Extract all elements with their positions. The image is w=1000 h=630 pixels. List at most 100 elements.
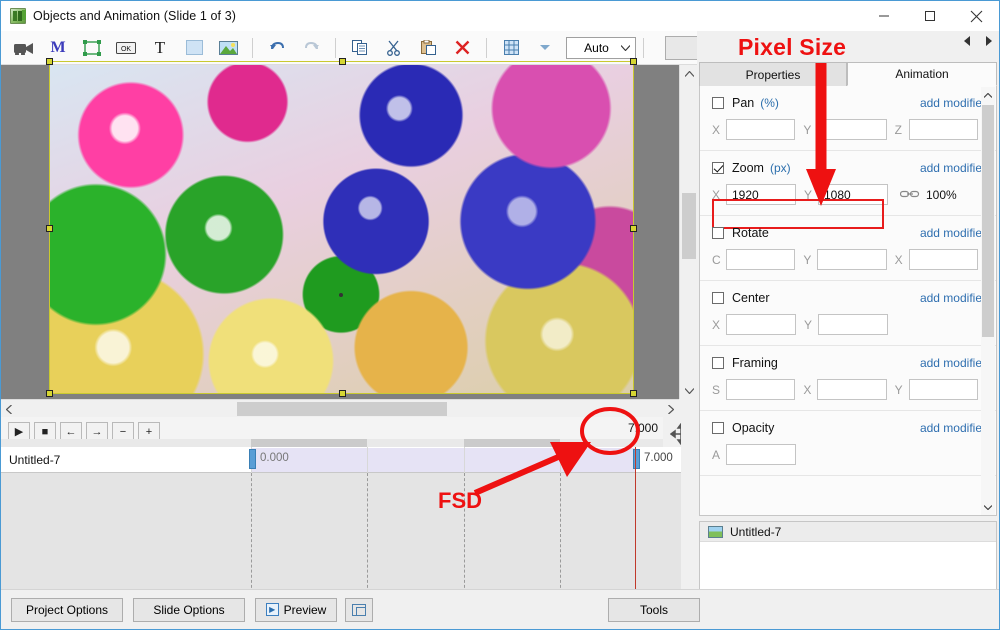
framing-x-input[interactable] bbox=[817, 379, 886, 400]
object-center-point bbox=[339, 293, 343, 297]
chevron-down-icon[interactable] bbox=[528, 34, 562, 62]
redo-icon[interactable] bbox=[294, 34, 328, 62]
zoom-y-label: Y bbox=[804, 188, 818, 202]
pan-add-modifier[interactable]: add modifier bbox=[920, 96, 986, 110]
scrollbar-thumb[interactable] bbox=[682, 193, 696, 259]
chevron-down-icon bbox=[621, 45, 630, 51]
properties-scrollbar[interactable] bbox=[981, 87, 995, 515]
canvas-horizontal-scrollbar[interactable] bbox=[1, 399, 679, 417]
balloons-image[interactable] bbox=[49, 65, 633, 394]
timeline-playhead[interactable] bbox=[635, 447, 636, 593]
cut-icon[interactable] bbox=[377, 34, 411, 62]
opacity-add-modifier[interactable]: add modifier bbox=[920, 421, 986, 435]
rotate-add-modifier[interactable]: add modifier bbox=[920, 226, 986, 240]
rotate-c-input[interactable] bbox=[726, 249, 795, 270]
opacity-a-label: A bbox=[712, 448, 726, 462]
preview-canvas[interactable] bbox=[1, 65, 679, 399]
zoom-x-input[interactable]: 1920 bbox=[726, 184, 796, 205]
video-camera-icon[interactable] bbox=[7, 34, 41, 62]
pan-unit: (%) bbox=[760, 96, 779, 110]
rectangle-icon[interactable] bbox=[177, 34, 211, 62]
pan-y-label: Y bbox=[803, 123, 817, 137]
rotate-c-label: C bbox=[712, 253, 726, 267]
keyframe-start-label: 0.000 bbox=[260, 452, 289, 464]
timeline-duration: 7.000 bbox=[628, 421, 658, 435]
chevron-down-icon[interactable] bbox=[981, 499, 995, 515]
copy-icon[interactable] bbox=[343, 34, 377, 62]
zoom-add-modifier[interactable]: add modifier bbox=[920, 161, 986, 175]
zoom-x-label: X bbox=[712, 188, 726, 202]
pan-checkbox[interactable] bbox=[712, 97, 724, 109]
text-icon[interactable]: T bbox=[143, 34, 177, 62]
project-options-button[interactable]: Project Options bbox=[11, 598, 123, 622]
toolbar-separator bbox=[335, 38, 336, 58]
pan-y-input[interactable] bbox=[817, 119, 886, 140]
rotate-x-input[interactable] bbox=[909, 249, 978, 270]
center-checkbox[interactable] bbox=[712, 292, 724, 304]
button-icon[interactable]: OK bbox=[109, 34, 143, 62]
chevron-left-icon[interactable] bbox=[1, 400, 17, 418]
timeline-row-label: Untitled-7 bbox=[9, 453, 60, 467]
zoom-unit: (px) bbox=[770, 161, 791, 175]
app-image-icon bbox=[10, 8, 26, 24]
keyframe-start[interactable] bbox=[249, 449, 256, 469]
rotate-y-input[interactable] bbox=[817, 249, 886, 270]
paste-icon[interactable] bbox=[411, 34, 445, 62]
frame-icon[interactable] bbox=[75, 34, 109, 62]
minimize-icon[interactable] bbox=[861, 1, 907, 31]
close-icon[interactable] bbox=[953, 1, 999, 31]
timeline-track[interactable] bbox=[251, 448, 636, 472]
pan-z-label: Z bbox=[895, 123, 909, 137]
scrollbar-thumb[interactable] bbox=[982, 105, 994, 337]
preview-button[interactable]: ▶ Preview bbox=[255, 598, 337, 622]
nav-prev-icon[interactable] bbox=[963, 35, 971, 49]
rotate-checkbox[interactable] bbox=[712, 227, 724, 239]
opacity-checkbox[interactable] bbox=[712, 422, 724, 434]
mask-icon[interactable]: M bbox=[41, 34, 75, 62]
center-add-modifier[interactable]: add modifier bbox=[920, 291, 986, 305]
duplicate-button[interactable] bbox=[345, 598, 373, 622]
pan-x-input[interactable] bbox=[726, 119, 795, 140]
zoom-level-select[interactable]: Auto bbox=[566, 37, 636, 59]
pan-z-input[interactable] bbox=[909, 119, 978, 140]
delete-icon[interactable] bbox=[445, 34, 479, 62]
toolbar-separator bbox=[252, 38, 253, 58]
chevron-right-icon[interactable] bbox=[663, 400, 679, 418]
list-item[interactable]: Untitled-7 bbox=[700, 522, 996, 542]
tab-animation[interactable]: Animation bbox=[847, 62, 997, 86]
chevron-down-icon[interactable] bbox=[680, 382, 698, 399]
maximize-icon[interactable] bbox=[907, 1, 953, 31]
group-framing: Framing add modifier S X Y bbox=[700, 346, 996, 411]
link-icon[interactable] bbox=[900, 188, 920, 202]
grid-icon[interactable] bbox=[494, 34, 528, 62]
slide-options-button[interactable]: Slide Options bbox=[133, 598, 245, 622]
scrollbar-thumb[interactable] bbox=[237, 402, 447, 416]
canvas-vertical-scrollbar[interactable] bbox=[679, 65, 697, 399]
tools-button[interactable]: Tools bbox=[608, 598, 700, 622]
opacity-a-input[interactable] bbox=[726, 444, 796, 465]
framing-checkbox[interactable] bbox=[712, 357, 724, 369]
image-icon[interactable] bbox=[211, 34, 245, 62]
center-x-label: X bbox=[712, 318, 726, 332]
center-x-input[interactable] bbox=[726, 314, 796, 335]
toolbar-separator bbox=[486, 38, 487, 58]
center-y-input[interactable] bbox=[818, 314, 888, 335]
keyframe-end-label: 7.000 bbox=[644, 452, 673, 464]
panel-nav-arrows bbox=[963, 35, 993, 49]
tab-properties[interactable]: Properties bbox=[699, 62, 847, 86]
timeline-row[interactable]: Untitled-7 0.000 7.000 bbox=[1, 447, 699, 473]
zoom-checkbox[interactable] bbox=[712, 162, 724, 174]
chevron-up-icon[interactable] bbox=[680, 65, 698, 82]
framing-add-modifier[interactable]: add modifier bbox=[920, 356, 986, 370]
chevron-up-icon[interactable] bbox=[981, 87, 995, 103]
group-rotate: Rotate add modifier C Y X bbox=[700, 216, 996, 281]
zoom-y-input[interactable]: 1080 bbox=[818, 184, 888, 205]
nav-next-icon[interactable] bbox=[985, 35, 993, 49]
framing-s-input[interactable] bbox=[726, 379, 795, 400]
framing-y-input[interactable] bbox=[909, 379, 978, 400]
bottom-bar: Project Options Slide Options ▶ Preview … bbox=[1, 589, 999, 629]
opacity-label: Opacity bbox=[732, 421, 774, 435]
undo-icon[interactable] bbox=[260, 34, 294, 62]
panel-tabs: Properties Animation bbox=[697, 62, 999, 86]
object-name: Untitled-7 bbox=[730, 525, 781, 539]
